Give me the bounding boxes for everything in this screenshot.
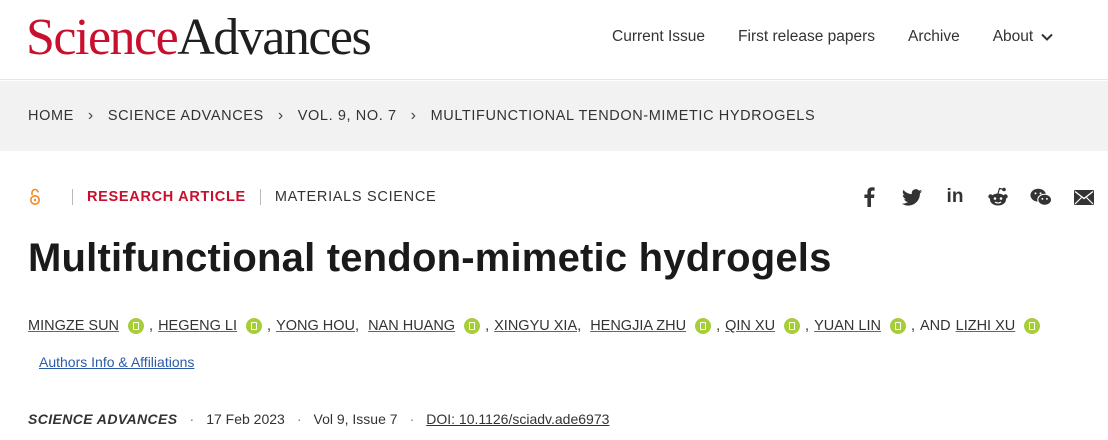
article-type[interactable]: RESEARCH ARTICLE	[87, 189, 246, 205]
doi-link[interactable]: DOI: 10.1126/sciadv.ade6973	[426, 411, 609, 427]
author-name[interactable]: NAN HUANG	[368, 318, 455, 334]
nav-first-release[interactable]: First release papers	[738, 28, 875, 46]
author-name[interactable]: MINGZE SUN	[28, 318, 119, 334]
breadcrumb-home[interactable]: HOME	[28, 108, 74, 124]
nav-current-issue[interactable]: Current Issue	[612, 28, 705, 46]
twitter-icon[interactable]	[901, 186, 923, 208]
linkedin-icon[interactable]: in	[944, 186, 966, 208]
site-header: ScienceAdvances Current Issue First rele…	[0, 0, 1108, 80]
logo-science-text: Science	[26, 9, 179, 66]
chevron-right-icon: ›	[277, 107, 284, 124]
divider	[72, 189, 73, 205]
breadcrumb-journal[interactable]: SCIENCE ADVANCES	[108, 108, 264, 124]
orcid-icon[interactable]	[889, 318, 906, 334]
citation-line: SCIENCE ADVANCES · 17 Feb 2023 · Vol 9, …	[28, 411, 609, 427]
email-icon[interactable]	[1073, 186, 1095, 208]
author-name[interactable]: HENGJIA ZHU	[590, 318, 686, 334]
chevron-right-icon: ›	[410, 107, 417, 124]
article-meta: RESEARCH ARTICLE MATERIALS SCIENCE	[28, 188, 436, 206]
breadcrumb-issue[interactable]: VOL. 9, NO. 7	[298, 108, 397, 124]
orcid-icon[interactable]	[1024, 318, 1041, 334]
article-subject[interactable]: MATERIALS SCIENCE	[275, 189, 437, 205]
orcid-icon[interactable]	[464, 318, 481, 334]
logo-advances-text: Advances	[177, 9, 372, 66]
breadcrumb-current: MULTIFUNCTIONAL TENDON-MIMETIC HYDROGELS	[430, 108, 816, 124]
author-name[interactable]: YUAN LIN	[814, 318, 881, 334]
journal-name: SCIENCE ADVANCES	[28, 411, 178, 427]
main-nav: Current Issue First release papers Archi…	[612, 28, 1054, 46]
chevron-right-icon: ›	[87, 107, 94, 124]
and-text: AND	[920, 318, 951, 334]
volume-issue[interactable]: Vol 9, Issue 7	[314, 411, 398, 427]
nav-about-label: About	[992, 28, 1034, 45]
author-name[interactable]: QIN XU	[725, 318, 775, 334]
article-title: Multifunctional tendon-mimetic hydrogels	[28, 236, 832, 280]
authors-info-link[interactable]: Authors Info & Affiliations	[39, 354, 194, 370]
wechat-icon[interactable]	[1030, 186, 1052, 208]
separator-dot: ·	[189, 411, 195, 427]
author-name[interactable]: YONG HOU	[276, 318, 355, 334]
facebook-icon[interactable]	[858, 186, 880, 208]
divider	[259, 189, 261, 205]
nav-about[interactable]: About	[993, 28, 1055, 46]
orcid-icon[interactable]	[128, 318, 145, 334]
journal-logo[interactable]: ScienceAdvances	[26, 6, 372, 70]
author-name[interactable]: HEGENG LI	[158, 318, 237, 334]
orcid-icon[interactable]	[695, 318, 712, 334]
nav-archive[interactable]: Archive	[908, 28, 960, 46]
author-list: MINGZE SUN, HEGENG LI, YONG HOU, NAN HUA…	[28, 318, 1045, 334]
author-name[interactable]: LIZHI XU	[956, 318, 1016, 334]
breadcrumb: HOME › SCIENCE ADVANCES › VOL. 9, NO. 7 …	[28, 107, 815, 125]
author-name[interactable]: XINGYU XIA	[494, 318, 577, 334]
share-bar: in	[858, 186, 1095, 208]
breadcrumb-band: HOME › SCIENCE ADVANCES › VOL. 9, NO. 7 …	[0, 81, 1108, 151]
separator-dot: ·	[296, 411, 302, 427]
orcid-icon[interactable]	[246, 318, 263, 334]
reddit-icon[interactable]	[987, 186, 1009, 208]
open-access-icon	[30, 188, 40, 205]
chevron-down-icon	[1041, 33, 1053, 41]
separator-dot: ·	[409, 411, 415, 427]
pub-date: 17 Feb 2023	[206, 411, 285, 427]
orcid-icon[interactable]	[784, 318, 801, 334]
